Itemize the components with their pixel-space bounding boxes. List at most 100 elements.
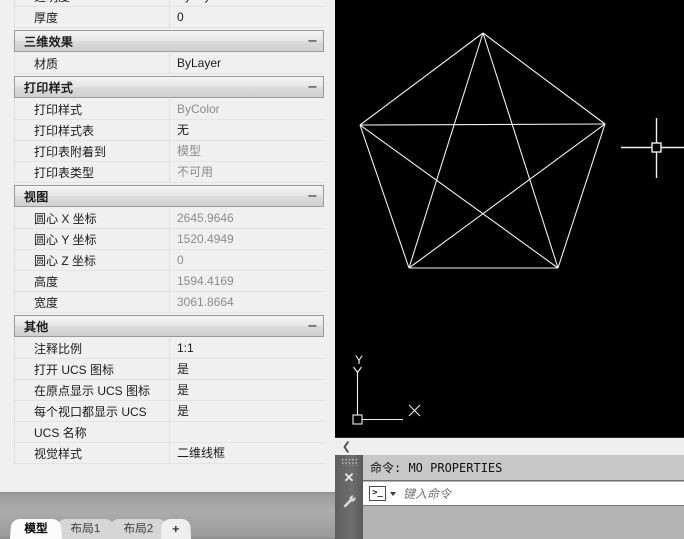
property-label: 透明度 xyxy=(15,0,169,5)
property-label: 圆心 X 坐标 xyxy=(34,211,97,226)
minus-icon[interactable]: − xyxy=(305,319,320,334)
property-group: 透明度ByLayer厚度0 xyxy=(0,0,335,28)
properties-scroll-content: 透明度 ByLayer 厚度 0 三维效果 − 材质ByLayer 打印样式 − 打印样式 ByCo… xyxy=(0,0,335,464)
ucs-y-label: Y xyxy=(355,353,363,367)
command-input[interactable] xyxy=(403,483,684,504)
property-label: 在原点显示 UCS 图标 xyxy=(34,383,151,398)
property-value[interactable]: 2645.9646 xyxy=(169,207,324,229)
chevron-down-icon[interactable] xyxy=(390,491,396,496)
geometry-line[interactable] xyxy=(359,124,410,269)
layout-tab-bar: 模型 布局1 布局2 + xyxy=(0,492,335,539)
property-group-header[interactable]: 打印样式 − xyxy=(14,76,324,98)
property-row[interactable]: 厚度 0 xyxy=(15,6,324,28)
property-row[interactable]: UCS 名称 xyxy=(15,421,324,443)
property-value[interactable]: 0 xyxy=(169,6,324,28)
geometry-line[interactable] xyxy=(482,32,559,269)
property-group: 视图 − 圆心 X 坐标 2645.9646 圆心 Y 坐标 1520.4949 圆心 Z … xyxy=(0,185,335,313)
add-layout-tab-button[interactable]: + xyxy=(161,519,191,539)
property-row[interactable]: 材质 ByLayer xyxy=(15,52,324,74)
property-row[interactable]: 打印样式 ByColor xyxy=(15,98,324,120)
property-row[interactable]: 在原点显示 UCS 图标 是 xyxy=(15,379,324,401)
minus-icon[interactable]: − xyxy=(305,189,320,204)
command-line-footer xyxy=(363,507,684,539)
geometry-line[interactable] xyxy=(359,32,484,126)
geometry-line[interactable] xyxy=(482,32,606,125)
geometry-line[interactable] xyxy=(359,124,559,269)
command-prompt-icon[interactable]: >_ xyxy=(369,486,386,501)
property-row[interactable]: 打印表类型 不可用 xyxy=(15,161,324,183)
property-row[interactable]: 圆心 Y 坐标 1520.4949 xyxy=(15,228,324,250)
layout-tab[interactable]: 布局1 xyxy=(56,519,115,539)
property-row[interactable]: 注释比例 1:1 xyxy=(15,337,324,359)
property-value[interactable]: 1520.4949 xyxy=(169,228,324,250)
horizontal-scrollbar-strip[interactable]: ❮ xyxy=(335,437,684,455)
wrench-icon[interactable] xyxy=(335,489,363,513)
property-label: 圆心 Z 坐标 xyxy=(34,253,96,268)
property-group-title: 视图 xyxy=(24,189,49,204)
property-label: 打印表附着到 xyxy=(34,144,107,159)
geometry-line[interactable] xyxy=(557,123,606,269)
property-row[interactable]: 打印表附着到 模型 xyxy=(15,140,324,162)
property-group-header[interactable]: 视图 − xyxy=(14,185,324,207)
property-row[interactable]: 圆心 X 坐标 2645.9646 xyxy=(15,207,324,229)
command-input-row[interactable]: >_ xyxy=(363,482,684,506)
property-value[interactable]: 二维线框 xyxy=(169,442,324,464)
minus-icon[interactable]: − xyxy=(305,34,320,49)
property-value[interactable]: 0 xyxy=(169,249,324,271)
property-row-list: 注释比例 1:1 打开 UCS 图标是在原点显示 UCS 图标是每个视口都显示 UC… xyxy=(14,337,324,464)
property-group: 打印样式 − 打印样式 ByColor 打印样式表 无打印表附着到 模型打印表类型 不可用 xyxy=(0,76,335,183)
property-value[interactable]: 是 xyxy=(169,400,324,422)
property-label: 打印样式 xyxy=(34,102,83,117)
minus-icon[interactable]: − xyxy=(305,80,320,95)
property-row[interactable]: 圆心 Z 坐标 0 xyxy=(15,249,324,271)
property-row[interactable]: 每个视口都显示 UCS 是 xyxy=(15,400,324,422)
property-value[interactable]: ByLayer xyxy=(169,52,324,74)
properties-palette: 透明度 ByLayer 厚度 0 三维效果 − 材质ByLayer 打印样式 − 打印样式 ByCo… xyxy=(0,0,335,492)
property-label: UCS 名称 xyxy=(34,425,87,440)
property-row[interactable]: 宽度 3061.8664 xyxy=(15,291,324,313)
property-group-header[interactable]: 三维效果 − xyxy=(14,30,324,52)
property-label: 宽度 xyxy=(34,295,59,310)
geometry-line[interactable] xyxy=(408,32,484,269)
geometry-line[interactable] xyxy=(408,123,606,269)
property-value[interactable] xyxy=(169,421,324,443)
property-row[interactable]: 打印样式表 无 xyxy=(15,119,324,141)
property-label: 每个视口都显示 UCS xyxy=(34,404,147,419)
property-value[interactable]: 模型 xyxy=(169,140,324,162)
property-row[interactable]: 打开 UCS 图标 是 xyxy=(15,358,324,380)
property-row[interactable]: 视觉样式 二维线框 xyxy=(15,442,324,464)
property-value[interactable]: 1:1 xyxy=(169,337,324,359)
property-value[interactable]: 无 xyxy=(169,119,324,141)
property-group-title: 打印样式 xyxy=(24,80,74,95)
layout-tab[interactable]: 布局2 xyxy=(108,519,168,539)
drawing-canvas[interactable]: Y X xyxy=(335,0,684,437)
property-label: 高度 xyxy=(34,274,59,289)
ucs-axis-icon xyxy=(352,366,421,425)
property-value[interactable]: 是 xyxy=(169,358,324,380)
layout-tab[interactable]: 模型 xyxy=(10,519,63,539)
property-value[interactable]: 是 xyxy=(169,379,324,401)
property-value[interactable]: ByColor xyxy=(169,98,324,120)
property-row-list: 打印样式 ByColor 打印样式表 无打印表附着到 模型打印表类型 不可用 xyxy=(14,98,324,183)
property-label: 注释比例 xyxy=(34,341,83,356)
property-row[interactable]: 高度 1594.4169 xyxy=(15,270,324,292)
close-icon[interactable]: ✕ xyxy=(335,467,363,489)
property-row-list: 透明度ByLayer厚度0 xyxy=(14,0,324,28)
property-row-list: 圆心 X 坐标 2645.9646 圆心 Y 坐标 1520.4949 圆心 Z 坐标 0… xyxy=(14,207,324,313)
property-group-title: 其他 xyxy=(24,319,49,334)
property-label: 打印表类型 xyxy=(34,165,95,180)
pentagon-geometry[interactable] xyxy=(359,32,606,269)
property-value[interactable]: 不可用 xyxy=(169,161,324,183)
command-history: 命令: MO PROPERTIES xyxy=(363,455,684,481)
property-row-list: 材质 ByLayer xyxy=(14,52,324,74)
property-value[interactable]: 3061.8664 xyxy=(169,291,324,313)
crosshair-cursor-icon xyxy=(621,118,684,178)
geometry-line[interactable] xyxy=(359,123,606,126)
drag-grip-icon[interactable] xyxy=(341,458,357,466)
property-value[interactable]: 1594.4169 xyxy=(169,270,324,292)
drawing-vector-layer: Y X xyxy=(352,32,684,425)
property-group-header[interactable]: 其他 − xyxy=(14,315,324,337)
chevron-left-icon[interactable]: ❮ xyxy=(339,439,354,454)
property-label: 厚度 xyxy=(34,10,59,25)
property-group-title: 三维效果 xyxy=(24,34,74,49)
